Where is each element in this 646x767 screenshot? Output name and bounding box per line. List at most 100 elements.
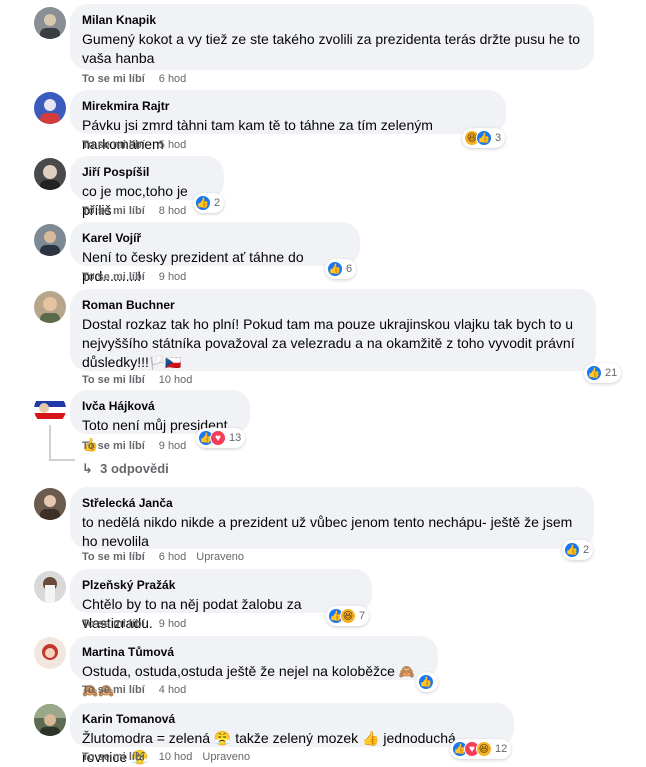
comment-text: Gumený kokot a vy tiež ze ste takého zvo… — [82, 31, 581, 66]
like-button[interactable]: To se mi líbí — [82, 271, 145, 283]
comment-actions: To se mi líbí 6 hod Upraveno — [82, 550, 244, 564]
comment-author[interactable]: Střelecká Janča — [82, 495, 582, 511]
comment-time[interactable]: 6 hod — [159, 551, 187, 563]
like-icon: 👍 — [418, 674, 434, 690]
like-icon: 👍 — [564, 542, 580, 558]
avatar[interactable] — [34, 571, 66, 603]
like-button[interactable]: To se mi líbí — [82, 73, 145, 85]
comment-author[interactable]: Milan Knapik — [82, 12, 582, 28]
comment-bubble: Milan Knapik Gumený kokot a vy tiež ze s… — [70, 4, 594, 70]
edited-label: Upraveno — [196, 551, 244, 563]
comment-author[interactable]: Karin Tomanová — [82, 711, 502, 727]
replies-label: 3 odpovědi — [100, 461, 169, 476]
comment-time[interactable]: 9 hod — [159, 618, 187, 630]
like-button[interactable]: To se mi líbí — [82, 374, 145, 386]
comment-author[interactable]: Ivča Hájková — [82, 398, 238, 414]
comment-author[interactable]: Jiří Pospíšil — [82, 164, 212, 180]
comment-time[interactable]: 9 hod — [159, 271, 187, 283]
reply-arrow-icon: ↳ — [82, 461, 101, 476]
person-icon — [34, 401, 66, 419]
comment-time[interactable]: 10 hod — [159, 374, 193, 386]
like-button[interactable]: To se mi líbí — [82, 551, 145, 563]
reaction-count: 12 — [495, 743, 508, 755]
person-icon — [43, 577, 57, 603]
comment-time[interactable]: 6 hod — [159, 73, 187, 85]
reaction-count: 13 — [229, 432, 242, 444]
comment-bubble: Karel Vojíř Není to česky prezident ať t… — [70, 222, 360, 284]
reaction-count: 2 — [214, 197, 221, 209]
comment-author[interactable]: Mirekmira Rajtr — [82, 98, 494, 114]
reaction-summary[interactable]: 👍 21 — [584, 363, 622, 383]
comment-author[interactable]: Karel Vojíř — [82, 230, 348, 246]
reaction-summary[interactable]: 👍 ♥ 😆 12 — [450, 739, 512, 759]
comment-actions: To se mi líbí 9 hod — [82, 439, 196, 453]
edited-label: Upraveno — [202, 751, 251, 763]
avatar[interactable] — [34, 224, 66, 256]
reaction-summary[interactable]: 👍 ♥ 13 — [196, 428, 246, 448]
comment-bubble: Martina Tůmová Ostuda, ostuda,ostuda ješ… — [70, 636, 438, 698]
avatar[interactable] — [34, 704, 66, 736]
avatar[interactable] — [34, 393, 66, 425]
like-icon: 👍 — [586, 365, 602, 381]
person-icon — [42, 644, 58, 660]
reaction-count: 21 — [605, 367, 618, 379]
reaction-summary[interactable]: 👍 6 — [325, 259, 357, 279]
person-icon — [40, 99, 60, 124]
avatar[interactable] — [34, 158, 66, 190]
comment-actions: To se mi líbí 6 hod — [82, 72, 196, 86]
avatar[interactable] — [34, 488, 66, 520]
like-icon: 👍 — [476, 130, 492, 146]
comment-time[interactable]: 4 hod — [159, 684, 187, 696]
comment-actions: To se mi líbí 8 hod — [82, 204, 196, 218]
comment-actions: To se mi líbí 5 hod — [82, 138, 196, 152]
like-button[interactable]: To se mi líbí — [82, 618, 145, 630]
love-icon: ♥ — [210, 430, 226, 446]
reaction-summary[interactable]: 👍 2 — [193, 193, 225, 213]
flag-emoji: 🏳️🇨🇿 — [148, 355, 182, 370]
comment-actions: To se mi líbí 9 hod — [82, 270, 196, 284]
avatar[interactable] — [34, 637, 66, 669]
person-icon — [40, 297, 60, 323]
like-button[interactable]: To se mi líbí — [82, 684, 145, 696]
comment-time[interactable]: 10 hod — [159, 751, 193, 763]
avatar[interactable] — [34, 7, 66, 39]
like-button[interactable]: To se mi líbí — [82, 751, 145, 763]
reaction-summary[interactable]: 😆 👍 3 — [462, 128, 506, 148]
reaction-summary[interactable]: 👍 2 — [562, 540, 594, 560]
reaction-count: 7 — [359, 610, 366, 622]
like-button[interactable]: To se mi líbí — [82, 440, 145, 452]
comment-time[interactable]: 8 hod — [159, 205, 187, 217]
comment-time[interactable]: 5 hod — [159, 139, 187, 151]
person-icon — [40, 165, 60, 190]
comment-bubble: Karin Tomanová Žlutomodra = zelená 😤 tak… — [70, 703, 514, 765]
comment-author[interactable]: Roman Buchner — [82, 297, 584, 313]
avatar[interactable] — [34, 291, 66, 323]
comment-text: to nedělá nikdo nikde a prezident už vůb… — [82, 514, 573, 549]
haha-icon: 😆 — [340, 608, 356, 624]
thread-line — [49, 425, 51, 459]
comment-text: Ostuda, ostuda,ostuda ještě že nejel na … — [82, 663, 395, 679]
comment-author[interactable]: Plzeňský Pražák — [82, 577, 360, 593]
person-icon — [34, 704, 66, 736]
comment-actions: To se mi líbí 4 hod — [82, 683, 196, 697]
comment-bubble: Roman Buchner Dostal rozkaz tak ho plní!… — [70, 289, 596, 371]
reaction-count: 2 — [583, 544, 590, 556]
comment-time[interactable]: 9 hod — [159, 440, 187, 452]
comment-bubble: Mirekmira Rajtr Pávku jsi zmrd tàhni tam… — [70, 90, 506, 152]
thread-line — [49, 459, 75, 461]
person-icon — [40, 495, 60, 520]
avatar[interactable] — [34, 92, 66, 124]
reaction-count: 6 — [346, 263, 353, 275]
person-icon — [40, 231, 60, 256]
reaction-summary[interactable]: 👍 😆 7 — [326, 606, 370, 626]
view-replies-button[interactable]: ↳ 3 odpovědi — [82, 461, 169, 477]
person-icon — [40, 14, 60, 39]
like-icon: 👍 — [195, 195, 211, 211]
comment-bubble: Střelecká Janča to nedělá nikdo nikde a … — [70, 487, 594, 549]
like-button[interactable]: To se mi líbí — [82, 139, 145, 151]
like-button[interactable]: To se mi líbí — [82, 205, 145, 217]
reaction-summary[interactable]: 👍 — [416, 672, 438, 692]
reaction-count: 3 — [495, 132, 502, 144]
comment-author[interactable]: Martina Tůmová — [82, 644, 426, 660]
comment-actions: To se mi líbí 9 hod — [82, 617, 196, 631]
